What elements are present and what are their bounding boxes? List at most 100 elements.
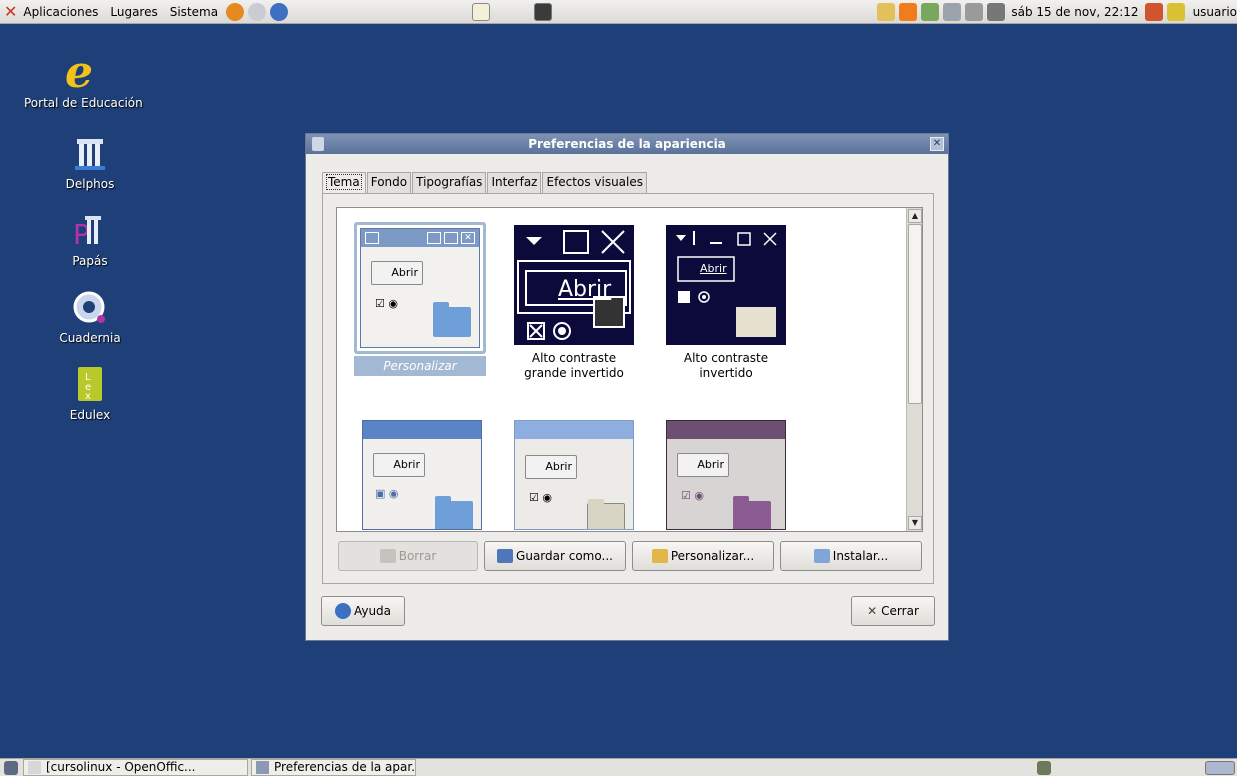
desktop-icon-label: Portal de Educación [24,96,143,110]
preview-check-icon: ☑ ◉ [529,491,552,504]
logout-icon[interactable] [1144,2,1163,21]
tab-background[interactable]: Fondo [366,172,412,193]
user-name[interactable]: usuario [1187,0,1237,24]
desktop-icon-papas[interactable]: P Papás [35,212,145,268]
desktop-icon-label: Papás [72,254,108,268]
svg-text:x: x [85,391,91,402]
show-desktop-icon[interactable] [4,760,18,775]
terminal-icon[interactable] [534,2,553,21]
preview-open-button: Abrir [677,453,729,477]
help-button[interactable]: Ayuda [321,596,405,626]
preview-folder-icon [587,499,625,529]
scroll-up-icon[interactable]: ▲ [908,209,922,223]
notes-icon[interactable] [1166,2,1185,21]
tab-fonts[interactable]: Tipografías [412,172,487,193]
scroll-down-icon[interactable]: ▼ [908,516,922,530]
network-icon[interactable] [921,2,940,21]
tab-bar: Tema Fondo Tipografías Interfaz Efectos … [322,172,648,194]
save-as-button[interactable]: Guardar como... [484,541,626,571]
theme-preview: Abrir [666,225,786,345]
help-icon [334,603,351,619]
theme-list-scrollbar[interactable]: ▲ ▼ [906,208,922,531]
theme-preview: Abrir [514,225,634,345]
key-icon[interactable] [877,2,896,21]
theme-tab-panel: ✕ Abrir ☑ ◉ Personalizar Abrir Alto cont… [322,193,934,584]
clipboard-icon[interactable] [943,2,962,21]
window-icon [256,761,269,774]
preview-check-icon: ▣ ◉ [375,487,399,500]
preview-folder-icon [733,496,771,529]
menu-applications[interactable]: Aplicaciones [17,0,104,24]
taskbar-item-openoffice[interactable]: [cursolinux - OpenOffic... [23,759,248,776]
theme-item-custom[interactable]: ✕ Abrir ☑ ◉ Personalizar [353,222,487,376]
theme-label: Personalizar [354,356,486,376]
taskbar-item-appearance[interactable]: Preferencias de la apar... [251,759,416,776]
bottom-panel: [cursolinux - OpenOffic... Preferencias … [0,758,1237,776]
preview-open-label: Abrir [558,277,612,302]
signal-icon[interactable] [965,2,984,21]
theme-item-row2-1[interactable]: Abrir ▣ ◉ [355,420,489,530]
window-icon[interactable] [312,137,324,151]
preview-close-icon: ✕ [461,232,475,244]
tab-interface[interactable]: Interfaz [487,172,542,193]
edulex-icon: Lex [71,366,109,404]
theme-list[interactable]: ✕ Abrir ☑ ◉ Personalizar Abrir Alto cont… [336,207,923,532]
preview-open-label: Abrir [700,262,727,275]
theme-item-high-contrast-inverse[interactable]: Abrir Alto contraste invertido [659,225,793,381]
desktop-icon-edulex[interactable]: Lex Edulex [35,366,145,422]
clock[interactable]: sáb 15 de nov, 22:12 [1007,5,1142,19]
trash-icon[interactable] [1037,760,1051,775]
folder-open-icon [813,549,830,563]
volume-icon[interactable] [987,2,1006,21]
desktop-icon-cuadernia[interactable]: Cuadernia [35,289,145,345]
preview-check-icon: ☑ ◉ [375,297,398,310]
window-titlebar[interactable]: Preferencias de la apariencia ✕ [306,134,948,154]
preview-titlebar: ✕ [361,229,479,247]
theme-preview: Abrir ▣ ◉ [362,420,482,530]
window-close-icon[interactable]: ✕ [930,137,944,151]
delphos-icon [71,135,109,173]
theme-label: Alto contraste grande invertido [524,351,624,380]
theme-item-high-contrast-large-inverse[interactable]: Abrir Alto contraste grande invertido [507,225,641,381]
save-icon [497,549,514,563]
firefox-icon[interactable] [226,2,245,21]
preview-maximize-icon [444,232,458,244]
customize-button[interactable]: Personalizar... [632,541,774,571]
desktop-icon-portal[interactable]: e Portal de Educación [24,47,143,111]
theme-buttons-row: Borrar Guardar como... Personalizar... I… [336,541,923,571]
desktop-icon-label: Cuadernia [59,331,121,345]
top-panel: ✕ Aplicaciones Lugares Sistema sáb 15 de… [0,0,1237,24]
theme-preview: Abrir ☑ ◉ [666,420,786,530]
text-editor-icon[interactable] [472,2,491,21]
workspace-switcher[interactable] [1205,760,1235,775]
preview-folder-icon [435,496,473,529]
menu-places[interactable]: Lugares [104,0,163,24]
preview-check-icon: ☑ ◉ [681,489,704,502]
tab-theme[interactable]: Tema [322,172,366,194]
preview-open-button: Abrir [371,261,423,285]
preview-titlebar [667,421,785,439]
help-icon[interactable] [270,2,289,21]
scrollbar-thumb[interactable] [908,224,922,404]
edit-icon [651,549,668,563]
theme-item-row2-2[interactable]: Abrir ☑ ◉ [507,420,641,530]
papas-icon: P [71,212,109,250]
preview-open-button: Abrir [525,455,577,479]
email-icon[interactable] [248,2,267,21]
document-icon [28,761,41,774]
update-notifier-icon[interactable] [899,2,918,21]
desktop-icon-delphos[interactable]: Delphos [35,135,145,191]
theme-item-row2-3[interactable]: Abrir ☑ ◉ [659,420,793,530]
delete-button[interactable]: Borrar [338,541,478,571]
desktop-icon-label: Edulex [69,408,111,422]
window-title: Preferencias de la apariencia [528,137,726,151]
tab-visual-effects[interactable]: Efectos visuales [542,172,647,193]
preview-titlebar [515,421,633,439]
preview-titlebar [363,421,481,439]
menu-system[interactable]: Sistema [164,0,224,24]
close-button[interactable]: ✕ Cerrar [851,596,935,626]
menu-logo-icon: ✕ [4,2,18,21]
education-portal-icon: e [65,47,93,98]
trash-icon [379,549,396,563]
install-button[interactable]: Instalar... [780,541,922,571]
